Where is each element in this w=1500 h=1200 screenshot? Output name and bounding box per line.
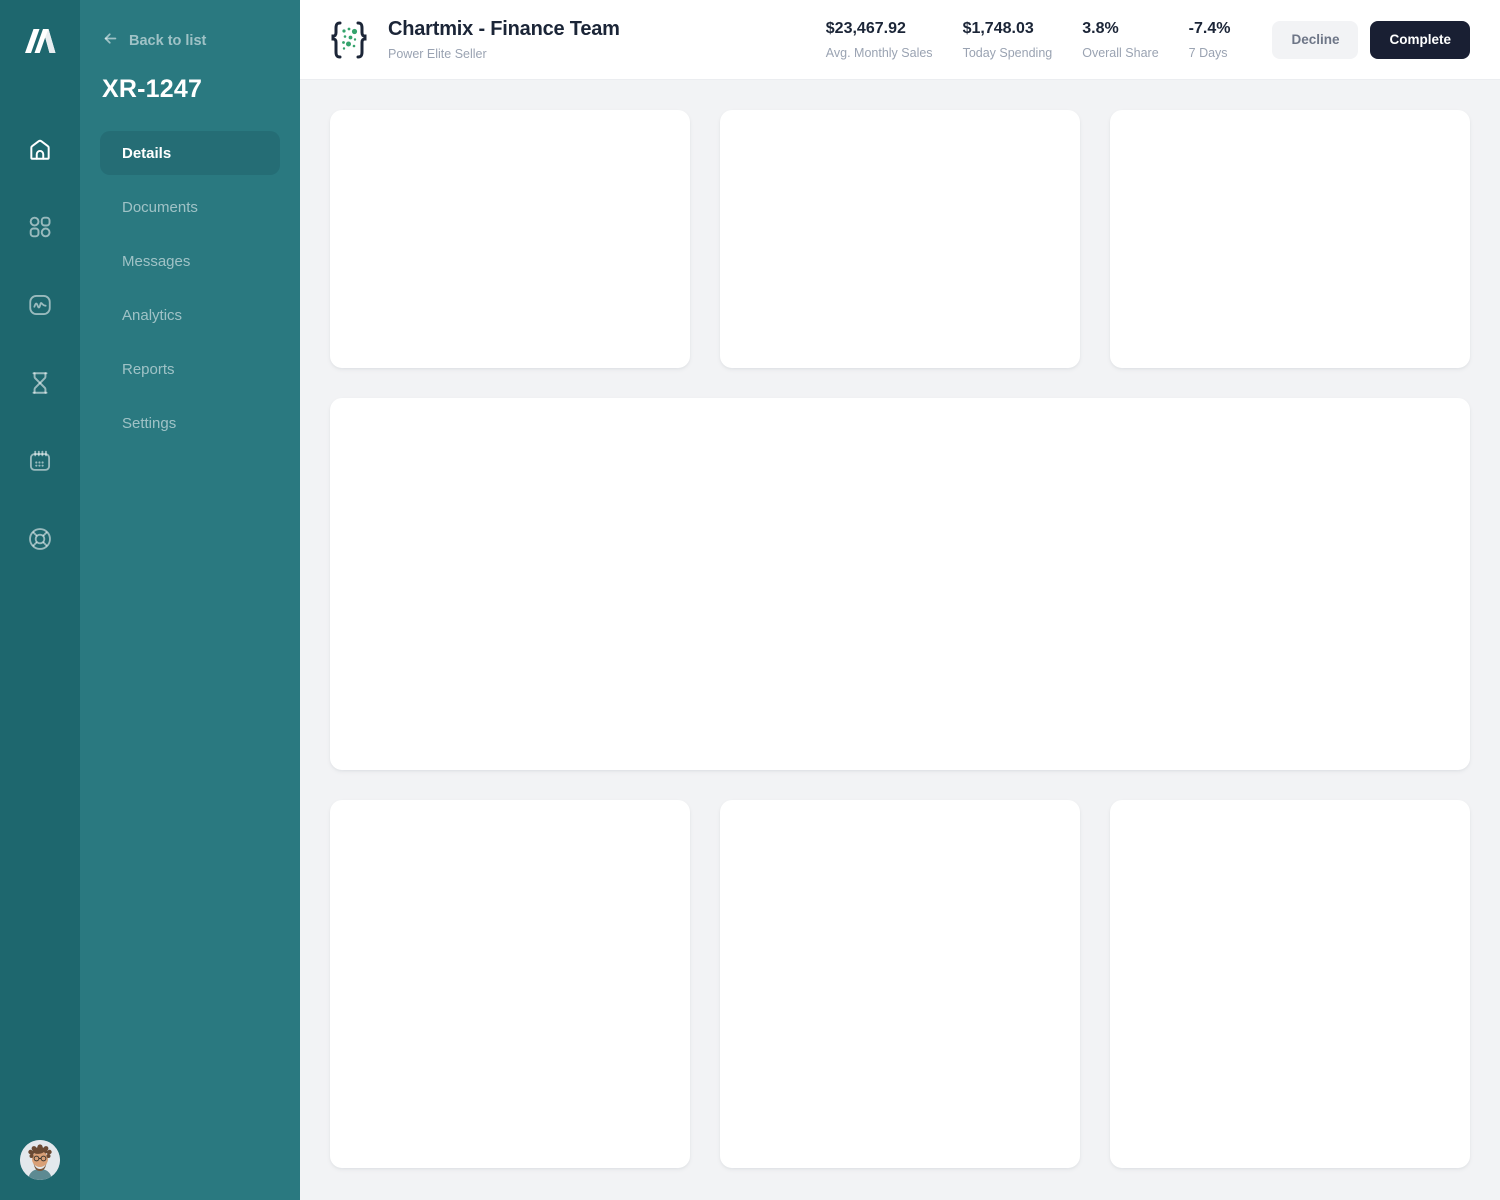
- detail-card-1: [330, 800, 690, 1168]
- record-id-title: XR-1247: [102, 75, 203, 103]
- stat-value: -7.4%: [1188, 19, 1231, 37]
- nav-item-reports[interactable]: Reports: [100, 347, 280, 391]
- nav-item-analytics[interactable]: Analytics: [100, 293, 280, 337]
- home-icon[interactable]: [27, 136, 53, 162]
- detail-card-3: [1110, 800, 1470, 1168]
- stat-avg-monthly-sales: $23,467.92 Avg. Monthly Sales: [826, 20, 933, 60]
- stat-value: 3.8%: [1082, 19, 1119, 37]
- header-stats-actions: $23,467.92 Avg. Monthly Sales $1,748.03 …: [826, 20, 1470, 60]
- complete-button[interactable]: Complete: [1370, 20, 1470, 59]
- back-to-list-label: Back to list: [129, 32, 207, 49]
- stat-value: $23,467.92: [825, 19, 906, 37]
- calendar-icon[interactable]: [27, 448, 53, 474]
- record-nav: Details Documents Messages Analytics Rep…: [100, 131, 280, 445]
- stat-today-spending: $1,748.03 Today Spending: [963, 20, 1053, 60]
- grid-icon[interactable]: [27, 214, 53, 240]
- summary-card-1: [330, 110, 690, 368]
- nav-item-settings[interactable]: Settings: [100, 401, 280, 445]
- stat-overall-share: 3.8% Overall Share: [1082, 20, 1158, 60]
- main-area: Chartmix - Finance Team Power Elite Sell…: [300, 0, 1500, 1200]
- brand-m-logo: [20, 22, 60, 62]
- arrow-left-icon: [102, 30, 119, 51]
- stat-value: $1,748.03: [962, 19, 1034, 37]
- icon-rail: [0, 0, 80, 1200]
- summary-card-3: [1110, 110, 1470, 368]
- stat-label: Overall Share: [1082, 45, 1159, 60]
- user-avatar[interactable]: [20, 1140, 60, 1180]
- page-title: Chartmix - Finance Team: [388, 18, 620, 40]
- record-nav-panel: Back to list XR-1247 Details Documents M…: [80, 0, 300, 1200]
- main-detail-card: [330, 398, 1470, 770]
- lifebuoy-icon[interactable]: [27, 526, 53, 552]
- nav-item-details[interactable]: Details: [100, 131, 280, 175]
- back-to-list-link[interactable]: Back to list: [100, 30, 280, 51]
- stat-label: Avg. Monthly Sales: [825, 45, 933, 60]
- stat-label: 7 Days: [1188, 45, 1228, 60]
- stat-label: Today Spending: [962, 45, 1053, 60]
- nav-item-messages[interactable]: Messages: [100, 239, 280, 283]
- activity-icon[interactable]: [27, 292, 53, 318]
- decline-button[interactable]: Decline: [1272, 20, 1359, 59]
- nav-item-documents[interactable]: Documents: [100, 185, 280, 229]
- page-subtitle: Power Elite Seller: [388, 47, 487, 61]
- summary-card-2: [720, 110, 1080, 368]
- rail-nav: [27, 136, 53, 552]
- hourglass-icon[interactable]: [27, 370, 53, 396]
- braces-scatter-logo: [331, 21, 367, 58]
- detail-card-2: [720, 800, 1080, 1168]
- header-actions: Decline Complete: [1272, 20, 1470, 59]
- entity-brand: Chartmix - Finance Team Power Elite Sell…: [330, 18, 620, 61]
- page-header: Chartmix - Finance Team Power Elite Sell…: [300, 0, 1500, 80]
- dashboard-card-grid: [300, 80, 1500, 1200]
- stat-7-days: -7.4% 7 Days: [1189, 20, 1231, 60]
